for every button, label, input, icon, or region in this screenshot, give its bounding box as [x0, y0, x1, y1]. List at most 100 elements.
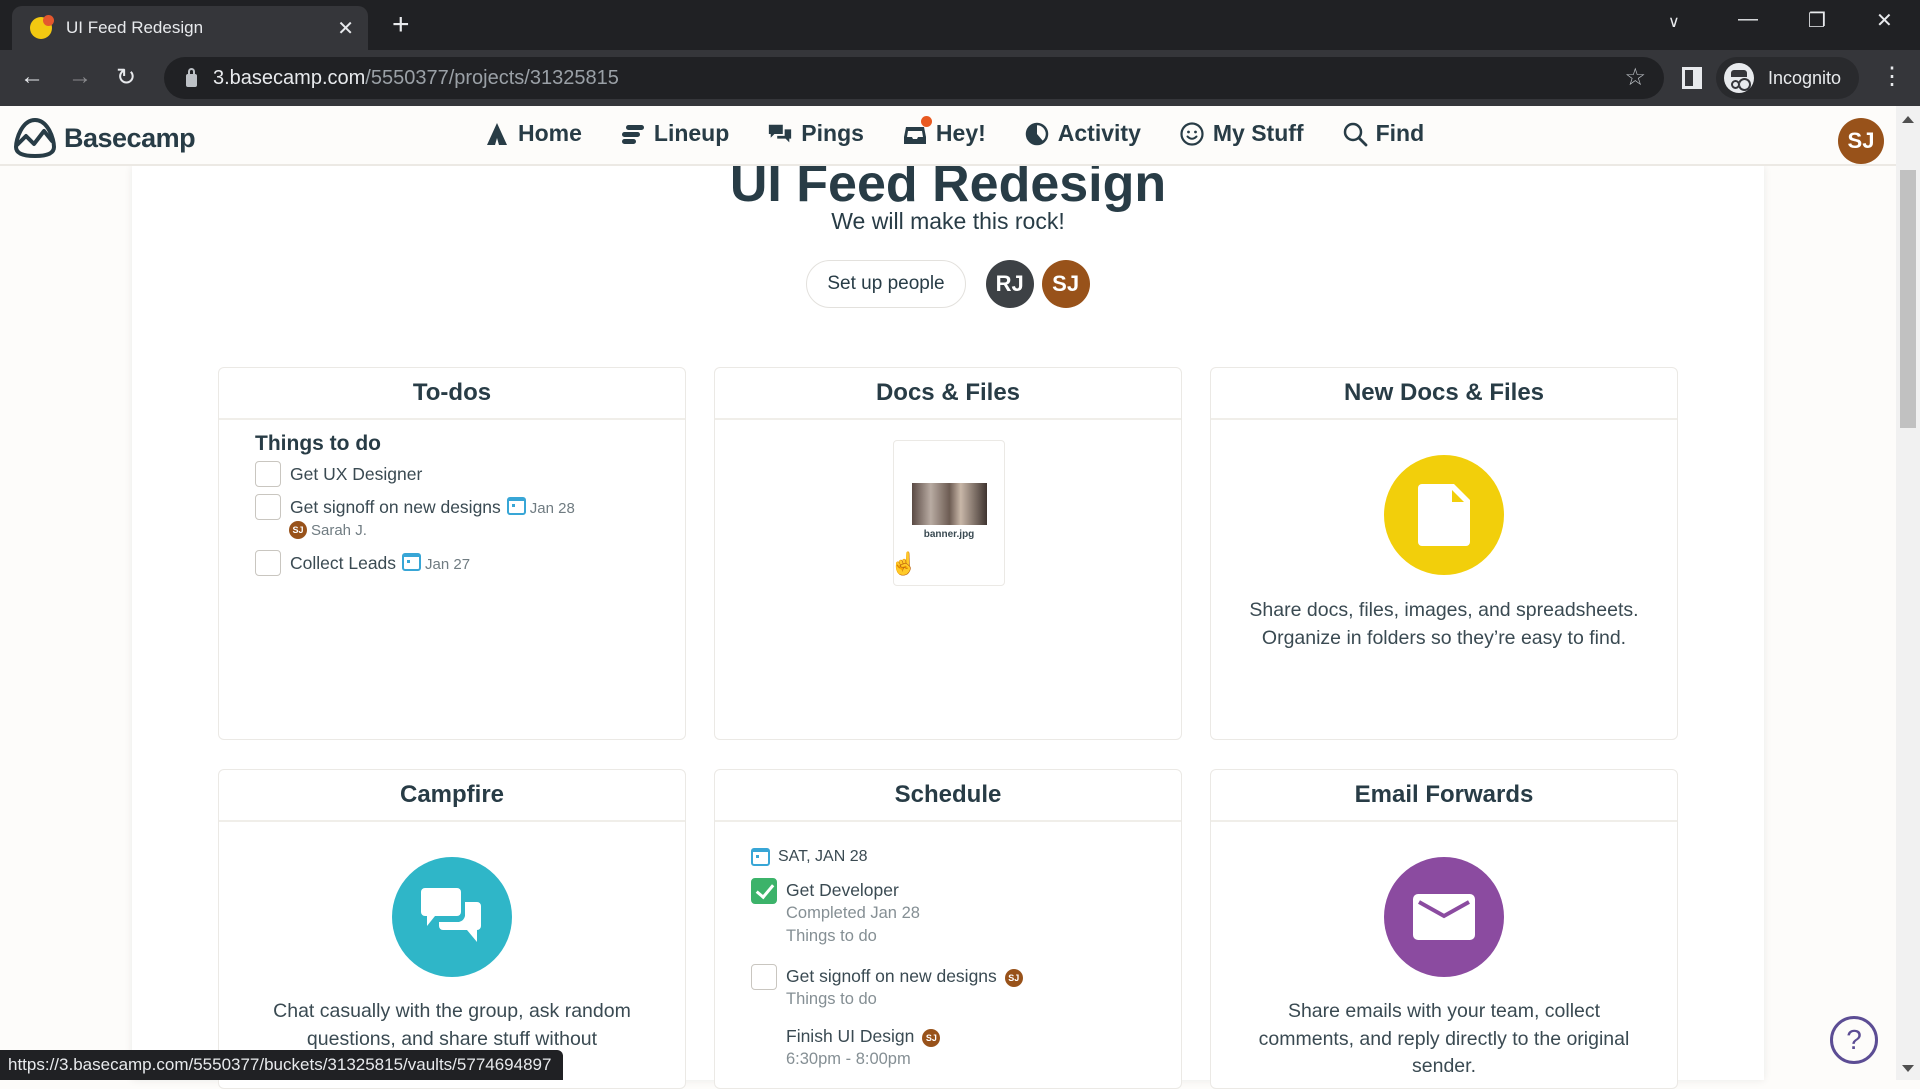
link-status-url: https://3.basecamp.com/5550377/buckets/3…	[0, 1050, 564, 1080]
scrollbar-thumb[interactable]	[1900, 170, 1916, 428]
help-button[interactable]: ?	[1830, 1016, 1878, 1064]
nav-label: My Stuff	[1212, 120, 1304, 146]
campfire-card: Campfire Chat casually with the group, a…	[218, 769, 686, 1089]
find-icon	[1342, 121, 1368, 147]
file-thumbnail	[912, 483, 987, 525]
card-title[interactable]: To-dos	[219, 368, 685, 420]
todo-text[interactable]: Get UX Designer	[290, 461, 422, 487]
people-row: Set up people RJ SJ	[132, 260, 1764, 308]
calendar-icon	[751, 848, 770, 866]
schedule-item: Get Developer Completed Jan 28 Things to…	[751, 878, 920, 948]
side-panel-icon[interactable]	[1682, 67, 1702, 89]
incognito-label: Incognito	[1768, 67, 1842, 88]
file-name: banner.jpg	[923, 529, 975, 540]
close-tab-icon[interactable]: ✕	[337, 16, 354, 41]
address-bar[interactable]: 3.basecamp.com/5550377/projects/31325815…	[164, 57, 1664, 99]
document-tool-icon[interactable]	[1384, 455, 1504, 575]
todo-assignee: SJ Sarah J.	[289, 521, 367, 539]
assignee-avatar: SJ	[1004, 969, 1023, 987]
url-host: 3.basecamp.com	[213, 66, 366, 89]
url-path: /5550377/projects/31325815	[365, 66, 619, 89]
card-title[interactable]: New Docs & Files	[1211, 368, 1677, 420]
schedule-checkbox-checked[interactable]	[751, 878, 777, 904]
main-nav: Home Lineup Pings Hey! Activity My Stuff…	[484, 115, 1424, 147]
nav-my-stuff[interactable]: My Stuff	[1179, 120, 1304, 147]
browser-menu-icon[interactable]: ⋮	[1880, 62, 1904, 91]
card-title[interactable]: Schedule	[715, 770, 1181, 822]
schedule-event-title[interactable]: Finish UI Design	[786, 1026, 914, 1046]
schedule-checkbox[interactable]	[751, 964, 777, 990]
nav-home[interactable]: Home	[484, 120, 582, 147]
todo-item: Get signoff on new designs Jan 28	[255, 494, 575, 522]
envelope-icon[interactable]	[1384, 857, 1504, 977]
basecamp-favicon-icon	[30, 15, 54, 39]
nav-label: Activity	[1057, 120, 1141, 146]
schedule-item-title[interactable]: Get Developer	[786, 878, 920, 902]
user-avatar[interactable]: SJ	[1838, 118, 1884, 164]
reload-button[interactable]: ↻	[116, 63, 136, 92]
my-stuff-icon	[1179, 121, 1205, 147]
card-title[interactable]: Docs & Files	[715, 368, 1181, 420]
nav-hey[interactable]: Hey!	[902, 115, 986, 147]
tool-description: Share docs, files, images, and spreadshe…	[1249, 599, 1639, 649]
forward-button[interactable]: →	[68, 63, 92, 91]
todos-card: To-dos Things to do Get UX Designer Get …	[218, 367, 686, 740]
person-avatar[interactable]: SJ	[1041, 260, 1090, 308]
activity-icon	[1024, 121, 1050, 147]
scroll-up-arrow-icon[interactable]	[1902, 116, 1914, 123]
incognito-profile-button[interactable]: Incognito	[1716, 57, 1860, 99]
nav-label: Pings	[801, 120, 864, 146]
person-avatar[interactable]: RJ	[985, 260, 1034, 308]
browser-tab[interactable]: UI Feed Redesign ✕	[12, 6, 368, 50]
chat-bubbles-icon[interactable]	[392, 857, 512, 977]
docs-files-card: Docs & Files banner.jpg	[714, 367, 1182, 740]
nav-activity[interactable]: Activity	[1024, 120, 1141, 147]
todo-item: Get UX Designer	[255, 461, 422, 487]
todo-line: Get signoff on new designs Jan 28	[290, 494, 575, 522]
new-docs-files-card: New Docs & Files Share docs, files, imag…	[1210, 367, 1678, 740]
back-button[interactable]: ←	[20, 63, 44, 91]
nav-label: Lineup	[653, 120, 730, 146]
tool-description: Share emails with your team, collect com…	[1258, 1000, 1630, 1077]
schedule-item-title[interactable]: Get signoff on new designs	[786, 966, 997, 986]
card-title[interactable]: Campfire	[219, 770, 685, 822]
todo-text[interactable]: Get signoff on new designs	[290, 497, 501, 517]
schedule-event-title-row: Finish UI Design SJ	[786, 1024, 941, 1048]
schedule-item: Get signoff on new designs SJ Things to d…	[751, 964, 1023, 1011]
scroll-down-arrow-icon[interactable]	[1902, 1065, 1914, 1072]
todo-checkbox[interactable]	[255, 461, 281, 487]
close-window-button[interactable]: ✕	[1876, 8, 1893, 33]
tab-search-chevron-icon[interactable]: ∨	[1668, 12, 1680, 32]
bookmark-star-icon[interactable]: ☆	[1624, 63, 1646, 92]
due-date: Jan 28	[529, 500, 575, 517]
email-forwards-card: Email Forwards Share emails with your te…	[1210, 769, 1678, 1089]
restore-button[interactable]: ❐	[1808, 8, 1826, 33]
nav-lineup[interactable]: Lineup	[620, 120, 729, 147]
schedule-item-list: Things to do	[786, 927, 877, 945]
todo-text[interactable]: Collect Leads	[290, 553, 396, 573]
set-up-people-button[interactable]: Set up people	[806, 260, 966, 308]
schedule-item-list: Things to do	[786, 990, 877, 1008]
app-navbar: Basecamp Home Lineup Pings Hey! Activity…	[0, 106, 1896, 166]
new-tab-button[interactable]: +	[392, 10, 410, 40]
nav-pings[interactable]: Pings	[767, 120, 864, 147]
todo-list-title[interactable]: Things to do	[255, 432, 381, 456]
pings-icon	[767, 121, 793, 147]
todo-line: Collect Leads Jan 27	[290, 550, 470, 578]
todo-checkbox[interactable]	[255, 550, 281, 576]
project-sheet: UI Feed Redesign We will make this rock!…	[132, 155, 1764, 1089]
browser-tab-bar: UI Feed Redesign ✕ + ∨ — ❐ ✕	[0, 0, 1920, 50]
logo-text: Basecamp	[64, 122, 196, 153]
schedule-date-label: SAT, JAN 28	[778, 848, 868, 865]
todo-checkbox[interactable]	[255, 494, 281, 520]
todo-item: Collect Leads Jan 27	[255, 550, 470, 578]
card-title[interactable]: Email Forwards	[1211, 770, 1677, 822]
minimize-button[interactable]: —	[1738, 8, 1758, 31]
calendar-icon	[402, 553, 422, 571]
tool-description: Chat casually with the group, ask random…	[273, 1000, 631, 1050]
basecamp-logo[interactable]: Basecamp	[12, 117, 196, 159]
lineup-icon	[620, 121, 646, 147]
schedule-event-time: 6:30pm - 8:00pm	[786, 1050, 911, 1068]
calendar-icon	[506, 497, 526, 515]
nav-find[interactable]: Find	[1342, 120, 1424, 147]
